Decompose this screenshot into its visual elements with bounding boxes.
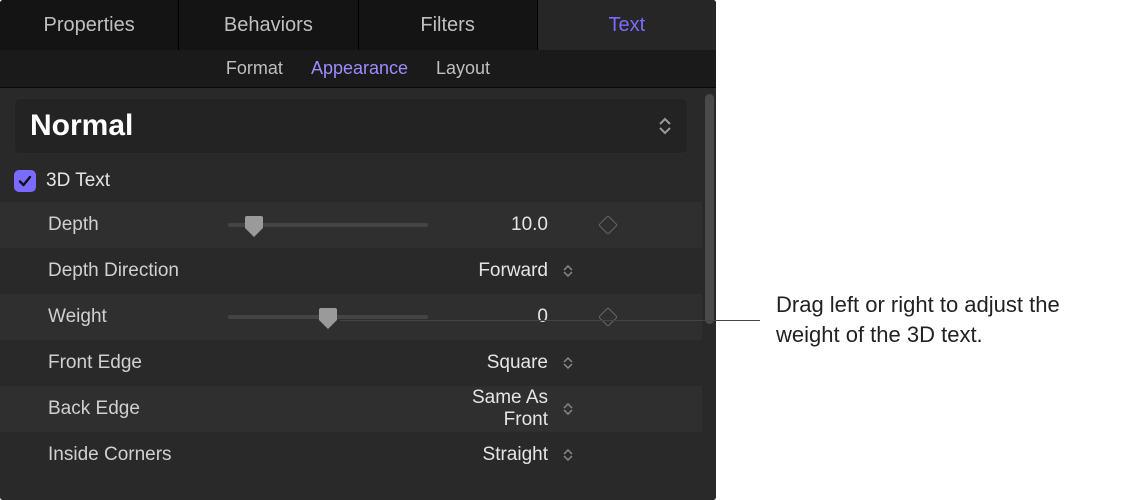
callout-text: Drag left or right to adjust the weight … <box>776 290 1106 349</box>
param-row-back-edge: Back Edge Same As Front <box>0 386 702 432</box>
inside-corners-value[interactable]: Straight <box>428 444 558 466</box>
back-edge-value[interactable]: Same As Front <box>428 387 558 431</box>
tab-filters[interactable]: Filters <box>359 0 538 50</box>
subtab-layout[interactable]: Layout <box>436 58 490 79</box>
subtab-label: Format <box>226 58 283 78</box>
empty-cell <box>228 399 428 419</box>
preset-dropdown[interactable]: Normal <box>14 98 688 154</box>
chevron-down-icon <box>563 409 573 415</box>
param-label: Weight <box>48 306 228 328</box>
section-header-3d-text: 3D Text <box>0 164 702 202</box>
tab-label: Properties <box>44 14 135 37</box>
params-list: Depth 10.0 Depth Direction Forward <box>0 202 702 478</box>
preset-label: Normal <box>30 109 133 143</box>
param-label: Back Edge <box>48 398 228 420</box>
tab-properties[interactable]: Properties <box>0 0 179 50</box>
empty-cell <box>228 261 428 281</box>
chevron-down-icon <box>563 271 573 277</box>
param-label: Depth <box>48 214 228 236</box>
tab-label: Filters <box>420 14 474 37</box>
param-label: Front Edge <box>48 352 228 374</box>
tab-label: Behaviors <box>224 14 313 37</box>
value-stepper[interactable] <box>558 449 578 461</box>
scrollbar-thumb[interactable] <box>705 94 714 324</box>
chevron-down-icon <box>563 363 573 369</box>
param-row-depth-direction: Depth Direction Forward <box>0 248 702 294</box>
checkbox-3d-text[interactable] <box>14 170 36 192</box>
callout-leader-line <box>340 320 760 321</box>
depth-direction-value[interactable]: Forward <box>428 260 558 282</box>
tab-text[interactable]: Text <box>538 0 716 50</box>
subtab-format[interactable]: Format <box>226 58 283 79</box>
subtab-label: Layout <box>436 58 490 78</box>
sub-tabs: Format Appearance Layout <box>0 50 716 88</box>
keyframe-diamond-icon[interactable] <box>598 215 618 235</box>
param-row-depth: Depth 10.0 <box>0 202 702 248</box>
weight-slider[interactable] <box>228 307 428 327</box>
chevron-down-icon <box>563 455 573 461</box>
keyframe-cell <box>578 218 638 232</box>
value-stepper[interactable] <box>558 403 578 415</box>
value-stepper[interactable] <box>558 357 578 369</box>
tab-label: Text <box>609 14 646 37</box>
subtab-label: Appearance <box>311 58 408 78</box>
tab-behaviors[interactable]: Behaviors <box>179 0 358 50</box>
keyframe-diamond-icon[interactable] <box>598 307 618 327</box>
param-row-inside-corners: Inside Corners Straight <box>0 432 702 478</box>
keyframe-cell <box>578 310 638 324</box>
value-stepper[interactable] <box>558 265 578 277</box>
depth-slider[interactable] <box>228 215 428 235</box>
param-label: Depth Direction <box>48 260 228 282</box>
param-label: Inside Corners <box>48 444 228 466</box>
depth-value[interactable]: 10.0 <box>428 214 558 236</box>
chevron-up-down-icon <box>658 117 672 135</box>
empty-cell <box>228 445 428 465</box>
section-title: 3D Text <box>46 170 110 192</box>
empty-cell <box>228 353 428 373</box>
inspector-body: Normal 3D Text Depth 10.0 <box>0 88 716 500</box>
main-tabs: Properties Behaviors Filters Text <box>0 0 716 50</box>
subtab-appearance[interactable]: Appearance <box>311 58 408 79</box>
check-icon <box>17 173 33 189</box>
text-inspector-panel: Properties Behaviors Filters Text Format… <box>0 0 716 500</box>
front-edge-value[interactable]: Square <box>428 352 558 374</box>
param-row-weight: Weight 0 <box>0 294 702 340</box>
param-row-front-edge: Front Edge Square <box>0 340 702 386</box>
weight-value[interactable]: 0 <box>428 306 558 328</box>
